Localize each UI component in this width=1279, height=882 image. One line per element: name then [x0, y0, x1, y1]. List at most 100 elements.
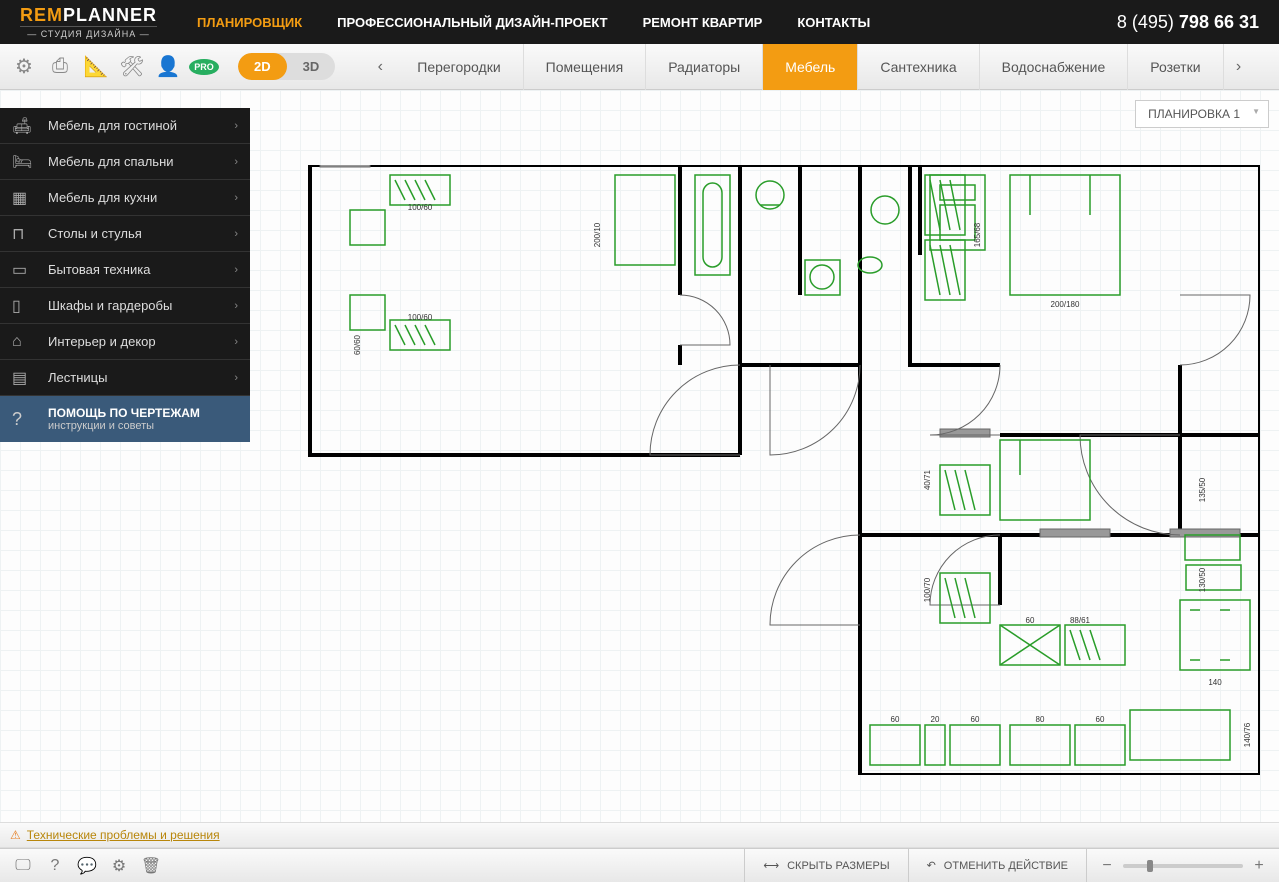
zoom-in-button[interactable]: +	[1251, 857, 1267, 875]
tech-issues-bar: ⚠ Технические проблемы и решения	[0, 822, 1279, 848]
phone-number: 8 (495) 798 66 31	[1117, 12, 1259, 33]
wardrobe-icon: ▯	[12, 296, 36, 316]
nav-planner[interactable]: ПЛАНИРОВЩИК	[197, 15, 302, 30]
chevron-right-icon: ›	[234, 336, 238, 348]
zoom-control: − +	[1086, 849, 1279, 882]
nav-repair[interactable]: РЕМОНТ КВАРТИР	[643, 15, 763, 30]
tab-sockets[interactable]: Розетки	[1128, 44, 1223, 90]
kitchen-icon: ▦	[12, 188, 36, 208]
question-icon: ?	[12, 409, 36, 430]
nav-design[interactable]: ПРОФЕССИОНАЛЬНЫЙ ДИЗАЙН-ПРОЕКТ	[337, 15, 607, 30]
sidebar-label: Бытовая техника	[48, 262, 150, 277]
bed-icon: 🛏	[12, 152, 36, 172]
sidebar-item-kitchen[interactable]: ▦ Мебель для кухни ›	[0, 180, 250, 216]
chevron-right-icon: ›	[234, 120, 238, 132]
toolbar: ⚙ ⎙ 📐 🛠 👤 PRO 2D 3D ‹ Перегородки Помеще…	[0, 44, 1279, 90]
tabs-next-icon[interactable]: ›	[1224, 44, 1254, 90]
svg-text:80: 80	[1036, 715, 1045, 724]
canvas[interactable]: ПЛАНИРОВКА 1 🛋Мебель для гостиной› 🛏Мебе…	[0, 90, 1279, 822]
trash-icon[interactable]: 🗑	[136, 851, 166, 881]
stairs-icon: ▤	[12, 368, 36, 388]
screen-icon[interactable]: 🖵	[8, 851, 38, 881]
sidebar-item-appliances[interactable]: ▭ Бытовая техника ›	[0, 252, 250, 288]
tab-radiators[interactable]: Радиаторы	[646, 44, 763, 90]
tools-icon[interactable]: 🛠	[116, 51, 148, 83]
svg-text:100/60: 100/60	[408, 203, 433, 212]
plan-dropdown[interactable]: ПЛАНИРОВКА 1	[1135, 100, 1269, 128]
view-3d-button[interactable]: 3D	[287, 53, 336, 80]
floorplan[interactable]: 100/60 200/10 100/60 60/60 165/68 200/18…	[300, 165, 1260, 775]
warning-icon: ⚠	[10, 828, 21, 842]
svg-text:60: 60	[971, 715, 980, 724]
svg-text:88/61: 88/61	[1070, 616, 1091, 625]
tab-water[interactable]: Водоснабжение	[980, 44, 1129, 90]
undo-icon: ↶	[927, 859, 936, 872]
help-icon[interactable]: ?	[40, 851, 70, 881]
svg-text:100/60: 100/60	[408, 313, 433, 322]
chevron-right-icon: ›	[234, 156, 238, 168]
pro-badge[interactable]: PRO	[188, 51, 220, 83]
svg-text:60: 60	[1026, 616, 1035, 625]
sidebar-label: Столы и стулья	[48, 226, 142, 241]
tab-furniture[interactable]: Мебель	[763, 44, 858, 90]
view-2d-button[interactable]: 2D	[238, 53, 287, 80]
svg-text:60/60: 60/60	[353, 334, 362, 355]
svg-text:20: 20	[931, 715, 940, 724]
sidebar-help[interactable]: ? ПОМОЩЬ ПО ЧЕРТЕЖАМ инструкции и советы	[0, 396, 250, 442]
svg-text:60: 60	[1096, 715, 1105, 724]
settings-icon[interactable]: ⚙	[8, 51, 40, 83]
table-icon: ⊓	[12, 224, 36, 244]
sidebar-item-decor[interactable]: ⌂ Интерьер и декор ›	[0, 324, 250, 360]
settings2-icon[interactable]: ⚙	[104, 851, 134, 881]
home-icon: ⌂	[12, 333, 36, 351]
zoom-handle[interactable]	[1147, 860, 1153, 872]
zoom-slider[interactable]	[1123, 864, 1243, 868]
tab-rooms[interactable]: Помещения	[524, 44, 647, 90]
svg-text:140/76: 140/76	[1243, 722, 1252, 747]
zoom-out-button[interactable]: −	[1099, 857, 1115, 875]
tech-issues-link[interactable]: Технические проблемы и решения	[27, 828, 220, 842]
chevron-right-icon: ›	[234, 192, 238, 204]
tabs-prev-icon[interactable]: ‹	[365, 44, 395, 90]
chevron-right-icon: ›	[234, 300, 238, 312]
sidebar-label: Мебель для кухни	[48, 190, 157, 205]
tab-plumbing[interactable]: Сантехника	[858, 44, 979, 90]
svg-text:40/71: 40/71	[923, 469, 932, 490]
sidebar-item-stairs[interactable]: ▤ Лестницы ›	[0, 360, 250, 396]
chevron-right-icon: ›	[234, 372, 238, 384]
tab-partitions[interactable]: Перегородки	[395, 44, 523, 90]
tv-icon: ▭	[12, 260, 36, 280]
bottom-bar: 🖵 ? 💬 ⚙ 🗑 ⟷СКРЫТЬ РАЗМЕРЫ ↶ОТМЕНИТЬ ДЕЙС…	[0, 848, 1279, 882]
sidebar-item-living[interactable]: 🛋 Мебель для гостиной ›	[0, 108, 250, 144]
svg-text:100/70: 100/70	[923, 577, 932, 602]
svg-text:60: 60	[891, 715, 900, 724]
sidebar-item-tables[interactable]: ⊓ Столы и стулья ›	[0, 216, 250, 252]
dimension-icon: ⟷	[763, 859, 779, 872]
logo-planner: PLANNER	[63, 5, 157, 25]
chevron-right-icon: ›	[234, 228, 238, 240]
sofa-icon: 🛋	[12, 116, 36, 136]
sidebar-item-wardrobes[interactable]: ▯Шкафы и гардеробы›	[0, 288, 250, 324]
sidebar-item-bedroom[interactable]: 🛏Мебель для спальни›	[0, 144, 250, 180]
logo[interactable]: REMPLANNER — СТУДИЯ ДИЗАЙНА —	[20, 5, 157, 39]
sidebar-label: Лестницы	[48, 370, 107, 385]
help-subtitle: инструкции и советы	[48, 420, 200, 432]
svg-text:135/50: 135/50	[1198, 477, 1207, 502]
undo-button[interactable]: ↶ОТМЕНИТЬ ДЕЙСТВИЕ	[908, 849, 1086, 882]
sidebar-label: Мебель для гостиной	[48, 118, 177, 133]
svg-text:165/68: 165/68	[973, 222, 982, 247]
user-icon[interactable]: 👤	[152, 51, 184, 83]
sidebar-label: Интерьер и декор	[48, 334, 156, 349]
hide-sizes-button[interactable]: ⟷СКРЫТЬ РАЗМЕРЫ	[744, 849, 907, 882]
help-title: ПОМОЩЬ ПО ЧЕРТЕЖАМ	[48, 406, 200, 420]
ruler-icon[interactable]: 📐	[80, 51, 112, 83]
print-icon[interactable]: ⎙	[44, 51, 76, 83]
svg-text:140: 140	[1208, 678, 1222, 687]
svg-text:200/180: 200/180	[1051, 300, 1080, 309]
nav-contacts[interactable]: КОНТАКТЫ	[797, 15, 870, 30]
logo-rem: REM	[20, 5, 63, 25]
chevron-right-icon: ›	[234, 264, 238, 276]
svg-text:130/50: 130/50	[1198, 567, 1207, 592]
chat-icon[interactable]: 💬	[72, 851, 102, 881]
logo-subtitle: — СТУДИЯ ДИЗАЙНА —	[20, 26, 157, 39]
